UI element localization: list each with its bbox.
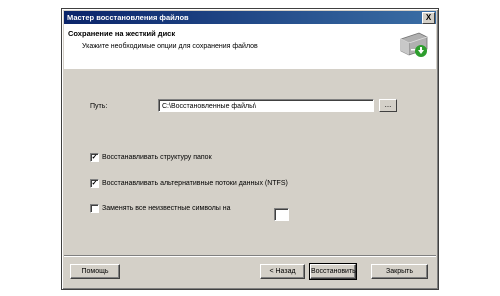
footer-divider-highlight — [64, 256, 436, 257]
option-restore-streams[interactable]: ✓ Восстанавливать альтернативные потоки … — [90, 179, 288, 188]
page-subtitle: Укажите необходимые опции для сохранения… — [82, 43, 258, 50]
option-label: Заменять все неизвестные символы на — [102, 205, 231, 212]
window-title: Мастер восстановления файлов — [67, 13, 189, 22]
wizard-header: Сохранение на жесткий диск Укажите необх… — [64, 24, 436, 69]
browse-button[interactable]: ... — [379, 99, 397, 112]
option-label: Восстанавливать структуру папок — [102, 154, 212, 161]
wizard-window: Мастер восстановления файлов X Сохранени… — [61, 8, 439, 290]
hard-drive-icon — [400, 32, 428, 57]
path-label: Путь: — [90, 103, 108, 110]
close-button[interactable]: Закрыть — [371, 264, 428, 279]
header-divider — [64, 68, 436, 69]
restore-button[interactable]: Восстановить — [309, 263, 357, 280]
help-button[interactable]: Помощь — [70, 264, 120, 279]
replace-char-input[interactable] — [274, 208, 289, 221]
checkbox-replace-chars[interactable] — [90, 204, 99, 213]
page-title: Сохранение на жесткий диск — [68, 29, 176, 38]
option-label: Восстанавливать альтернативные потоки да… — [102, 180, 288, 187]
option-restore-folders[interactable]: ✓ Восстанавливать структуру папок — [90, 153, 212, 162]
checkbox-restore-folders[interactable]: ✓ — [90, 153, 99, 162]
back-button[interactable]: < Назад — [260, 264, 305, 279]
path-input[interactable]: C:\Восстановленные файлы\ — [158, 99, 374, 112]
title-bar[interactable]: Мастер восстановления файлов X — [64, 11, 436, 24]
checkbox-restore-streams[interactable]: ✓ — [90, 179, 99, 188]
option-replace-chars[interactable]: Заменять все неизвестные символы на — [90, 204, 231, 213]
close-window-button[interactable]: X — [422, 12, 435, 24]
